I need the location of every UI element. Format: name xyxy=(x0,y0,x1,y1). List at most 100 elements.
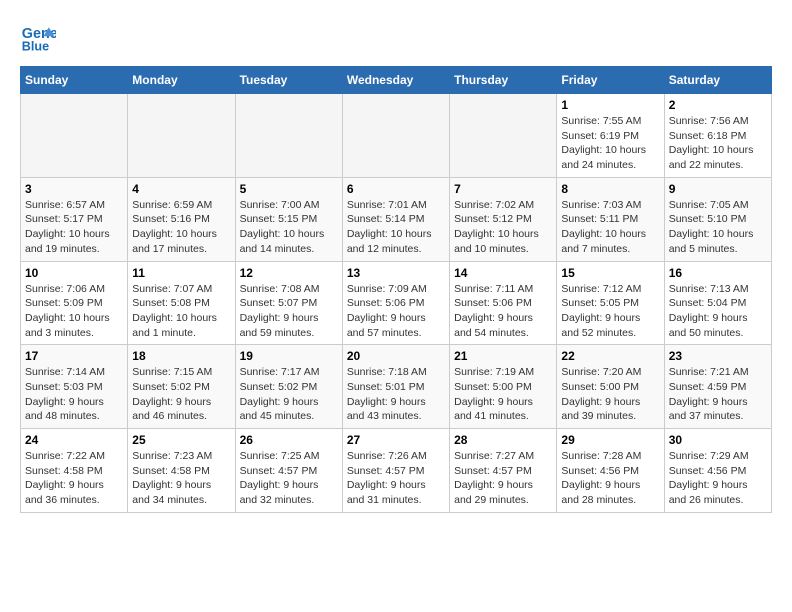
day-number: 7 xyxy=(454,182,552,196)
calendar-cell: 25 Sunrise: 7:23 AMSunset: 4:58 PMDaylig… xyxy=(128,429,235,513)
calendar-cell: 4 Sunrise: 6:59 AMSunset: 5:16 PMDayligh… xyxy=(128,177,235,261)
day-info: Sunrise: 7:25 AMSunset: 4:57 PMDaylight:… xyxy=(240,450,320,506)
day-info: Sunrise: 7:17 AMSunset: 5:02 PMDaylight:… xyxy=(240,366,320,422)
calendar-cell: 3 Sunrise: 6:57 AMSunset: 5:17 PMDayligh… xyxy=(21,177,128,261)
day-info: Sunrise: 6:59 AMSunset: 5:16 PMDaylight:… xyxy=(132,199,217,255)
header-sunday: Sunday xyxy=(21,67,128,94)
calendar-cell: 5 Sunrise: 7:00 AMSunset: 5:15 PMDayligh… xyxy=(235,177,342,261)
day-number: 28 xyxy=(454,433,552,447)
day-info: Sunrise: 7:18 AMSunset: 5:01 PMDaylight:… xyxy=(347,366,427,422)
calendar-cell: 24 Sunrise: 7:22 AMSunset: 4:58 PMDaylig… xyxy=(21,429,128,513)
day-number: 19 xyxy=(240,349,338,363)
calendar-cell: 21 Sunrise: 7:19 AMSunset: 5:00 PMDaylig… xyxy=(450,345,557,429)
day-info: Sunrise: 7:19 AMSunset: 5:00 PMDaylight:… xyxy=(454,366,534,422)
day-info: Sunrise: 7:15 AMSunset: 5:02 PMDaylight:… xyxy=(132,366,212,422)
calendar-cell xyxy=(21,94,128,178)
header-friday: Friday xyxy=(557,67,664,94)
day-info: Sunrise: 7:28 AMSunset: 4:56 PMDaylight:… xyxy=(561,450,641,506)
calendar-cell: 9 Sunrise: 7:05 AMSunset: 5:10 PMDayligh… xyxy=(664,177,771,261)
calendar-cell: 15 Sunrise: 7:12 AMSunset: 5:05 PMDaylig… xyxy=(557,261,664,345)
calendar-cell xyxy=(450,94,557,178)
calendar-cell xyxy=(342,94,449,178)
calendar-week-1: 1 Sunrise: 7:55 AMSunset: 6:19 PMDayligh… xyxy=(21,94,772,178)
day-number: 6 xyxy=(347,182,445,196)
calendar-cell: 27 Sunrise: 7:26 AMSunset: 4:57 PMDaylig… xyxy=(342,429,449,513)
calendar-cell: 17 Sunrise: 7:14 AMSunset: 5:03 PMDaylig… xyxy=(21,345,128,429)
day-info: Sunrise: 7:22 AMSunset: 4:58 PMDaylight:… xyxy=(25,450,105,506)
day-number: 29 xyxy=(561,433,659,447)
day-number: 5 xyxy=(240,182,338,196)
day-number: 4 xyxy=(132,182,230,196)
day-number: 1 xyxy=(561,98,659,112)
calendar-cell: 23 Sunrise: 7:21 AMSunset: 4:59 PMDaylig… xyxy=(664,345,771,429)
day-info: Sunrise: 7:20 AMSunset: 5:00 PMDaylight:… xyxy=(561,366,641,422)
day-info: Sunrise: 7:55 AMSunset: 6:19 PMDaylight:… xyxy=(561,115,646,171)
day-info: Sunrise: 7:07 AMSunset: 5:08 PMDaylight:… xyxy=(132,283,217,339)
calendar-cell: 6 Sunrise: 7:01 AMSunset: 5:14 PMDayligh… xyxy=(342,177,449,261)
day-info: Sunrise: 7:00 AMSunset: 5:15 PMDaylight:… xyxy=(240,199,325,255)
calendar: SundayMondayTuesdayWednesdayThursdayFrid… xyxy=(20,66,772,513)
day-info: Sunrise: 7:12 AMSunset: 5:05 PMDaylight:… xyxy=(561,283,641,339)
calendar-cell xyxy=(128,94,235,178)
day-info: Sunrise: 7:21 AMSunset: 4:59 PMDaylight:… xyxy=(669,366,749,422)
day-number: 27 xyxy=(347,433,445,447)
day-number: 23 xyxy=(669,349,767,363)
calendar-cell: 30 Sunrise: 7:29 AMSunset: 4:56 PMDaylig… xyxy=(664,429,771,513)
calendar-week-2: 3 Sunrise: 6:57 AMSunset: 5:17 PMDayligh… xyxy=(21,177,772,261)
day-number: 13 xyxy=(347,266,445,280)
header-wednesday: Wednesday xyxy=(342,67,449,94)
day-info: Sunrise: 7:14 AMSunset: 5:03 PMDaylight:… xyxy=(25,366,105,422)
day-number: 11 xyxy=(132,266,230,280)
calendar-header-row: SundayMondayTuesdayWednesdayThursdayFrid… xyxy=(21,67,772,94)
day-number: 18 xyxy=(132,349,230,363)
day-number: 12 xyxy=(240,266,338,280)
day-number: 25 xyxy=(132,433,230,447)
day-info: Sunrise: 7:56 AMSunset: 6:18 PMDaylight:… xyxy=(669,115,754,171)
calendar-cell: 18 Sunrise: 7:15 AMSunset: 5:02 PMDaylig… xyxy=(128,345,235,429)
calendar-cell: 2 Sunrise: 7:56 AMSunset: 6:18 PMDayligh… xyxy=(664,94,771,178)
calendar-cell: 22 Sunrise: 7:20 AMSunset: 5:00 PMDaylig… xyxy=(557,345,664,429)
day-number: 3 xyxy=(25,182,123,196)
header: General Blue xyxy=(20,20,772,56)
day-info: Sunrise: 7:11 AMSunset: 5:06 PMDaylight:… xyxy=(454,283,533,339)
day-number: 16 xyxy=(669,266,767,280)
day-info: Sunrise: 7:08 AMSunset: 5:07 PMDaylight:… xyxy=(240,283,320,339)
day-number: 2 xyxy=(669,98,767,112)
day-number: 26 xyxy=(240,433,338,447)
calendar-week-5: 24 Sunrise: 7:22 AMSunset: 4:58 PMDaylig… xyxy=(21,429,772,513)
calendar-cell: 7 Sunrise: 7:02 AMSunset: 5:12 PMDayligh… xyxy=(450,177,557,261)
header-monday: Monday xyxy=(128,67,235,94)
calendar-cell: 8 Sunrise: 7:03 AMSunset: 5:11 PMDayligh… xyxy=(557,177,664,261)
day-number: 15 xyxy=(561,266,659,280)
day-number: 24 xyxy=(25,433,123,447)
day-number: 21 xyxy=(454,349,552,363)
calendar-cell: 14 Sunrise: 7:11 AMSunset: 5:06 PMDaylig… xyxy=(450,261,557,345)
day-info: Sunrise: 7:13 AMSunset: 5:04 PMDaylight:… xyxy=(669,283,749,339)
day-info: Sunrise: 7:26 AMSunset: 4:57 PMDaylight:… xyxy=(347,450,427,506)
calendar-week-4: 17 Sunrise: 7:14 AMSunset: 5:03 PMDaylig… xyxy=(21,345,772,429)
day-number: 22 xyxy=(561,349,659,363)
calendar-cell: 11 Sunrise: 7:07 AMSunset: 5:08 PMDaylig… xyxy=(128,261,235,345)
day-number: 14 xyxy=(454,266,552,280)
day-info: Sunrise: 7:09 AMSunset: 5:06 PMDaylight:… xyxy=(347,283,427,339)
calendar-cell: 10 Sunrise: 7:06 AMSunset: 5:09 PMDaylig… xyxy=(21,261,128,345)
header-tuesday: Tuesday xyxy=(235,67,342,94)
calendar-week-3: 10 Sunrise: 7:06 AMSunset: 5:09 PMDaylig… xyxy=(21,261,772,345)
day-number: 17 xyxy=(25,349,123,363)
day-info: Sunrise: 7:03 AMSunset: 5:11 PMDaylight:… xyxy=(561,199,646,255)
calendar-cell: 1 Sunrise: 7:55 AMSunset: 6:19 PMDayligh… xyxy=(557,94,664,178)
calendar-cell: 20 Sunrise: 7:18 AMSunset: 5:01 PMDaylig… xyxy=(342,345,449,429)
svg-text:Blue: Blue xyxy=(22,40,49,54)
day-info: Sunrise: 7:06 AMSunset: 5:09 PMDaylight:… xyxy=(25,283,110,339)
day-number: 9 xyxy=(669,182,767,196)
day-info: Sunrise: 7:02 AMSunset: 5:12 PMDaylight:… xyxy=(454,199,539,255)
calendar-cell xyxy=(235,94,342,178)
day-info: Sunrise: 7:05 AMSunset: 5:10 PMDaylight:… xyxy=(669,199,754,255)
calendar-cell: 29 Sunrise: 7:28 AMSunset: 4:56 PMDaylig… xyxy=(557,429,664,513)
calendar-cell: 16 Sunrise: 7:13 AMSunset: 5:04 PMDaylig… xyxy=(664,261,771,345)
calendar-cell: 28 Sunrise: 7:27 AMSunset: 4:57 PMDaylig… xyxy=(450,429,557,513)
day-info: Sunrise: 7:29 AMSunset: 4:56 PMDaylight:… xyxy=(669,450,749,506)
logo-icon: General Blue xyxy=(20,20,56,56)
day-number: 8 xyxy=(561,182,659,196)
day-info: Sunrise: 7:23 AMSunset: 4:58 PMDaylight:… xyxy=(132,450,212,506)
